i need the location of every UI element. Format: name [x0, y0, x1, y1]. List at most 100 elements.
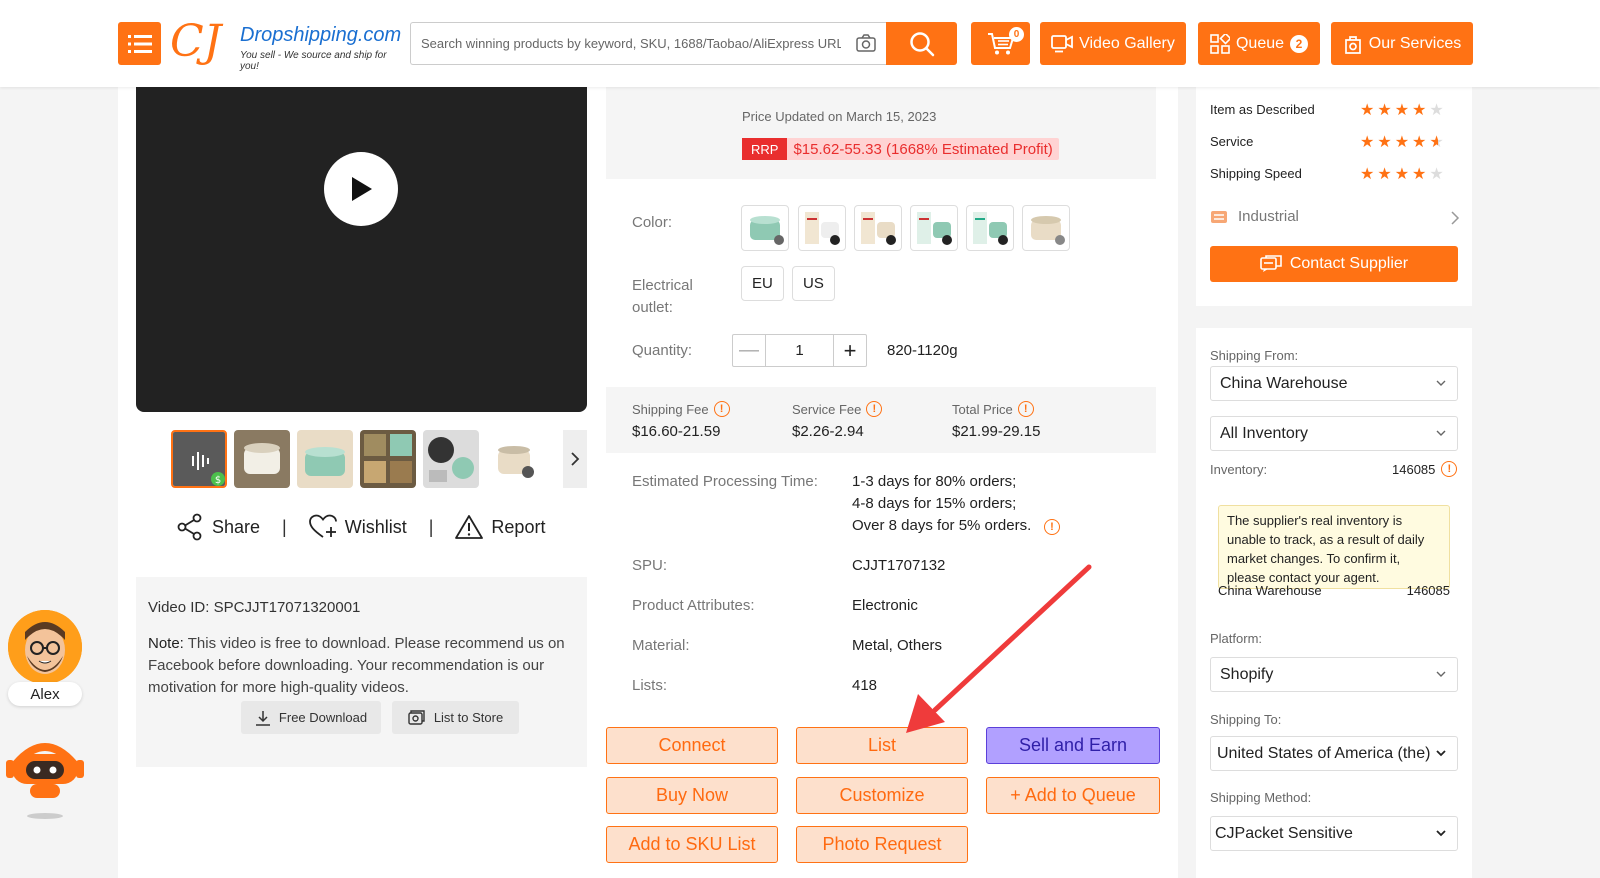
video-info-panel: Video ID: SPCJJT17071320001 Note: This v… [136, 577, 587, 767]
chevron-down-icon [1436, 671, 1446, 677]
free-download-button[interactable]: Free Download [241, 701, 381, 734]
info-icon[interactable]: ! [1441, 461, 1458, 477]
industrial-label: Industrial [1238, 208, 1299, 225]
info-icon[interactable]: ! [1044, 519, 1060, 535]
processing-time-label: Estimated Processing Time: [632, 473, 818, 490]
price-box: Price Updated on March 15, 2023 RRP $15.… [606, 87, 1156, 179]
inventory-value: 146085 [1392, 461, 1436, 477]
search-button[interactable] [886, 22, 957, 65]
product-details: Price Updated on March 15, 2023 RRP $15.… [596, 87, 1178, 878]
info-icon[interactable]: ! [713, 401, 730, 417]
color-swatch[interactable] [741, 205, 789, 251]
thumbnail-image[interactable] [360, 430, 416, 488]
video-icon [1051, 34, 1074, 52]
shipping-from-select[interactable]: China Warehouse [1210, 366, 1458, 401]
store-list-icon [408, 709, 425, 725]
logo-mark: CJ [170, 16, 222, 67]
shipping-method-value: CJPacket Sensitive [1215, 824, 1353, 842]
rating-label: Item as Described [1210, 102, 1315, 117]
platform-select[interactable]: Shopify [1210, 657, 1458, 692]
robot-icon [6, 743, 84, 819]
rating-label: Shipping Speed [1210, 166, 1302, 181]
thumbnail-image[interactable] [423, 430, 479, 488]
video-gallery-label: Video Gallery [1079, 34, 1175, 52]
play-button[interactable] [324, 152, 398, 226]
warehouse-name: China Warehouse [1218, 583, 1322, 598]
site-logo[interactable]: CJ Dropshipping.com You sell - We source… [170, 16, 401, 73]
queue-button[interactable]: Queue 2 [1198, 22, 1320, 65]
contact-supplier-button[interactable]: Contact Supplier [1210, 246, 1458, 282]
shipping-from-value: China Warehouse [1220, 374, 1348, 392]
list-button[interactable]: List [796, 727, 968, 764]
video-id-label: Video ID: [148, 599, 210, 616]
chatbot-widget[interactable] [6, 732, 84, 822]
search-box [410, 22, 886, 65]
color-swatch[interactable] [1022, 205, 1070, 251]
warehouse-row: China Warehouse 146085 [1218, 583, 1450, 598]
connect-button[interactable]: Connect [606, 727, 778, 764]
product-weight: 820-1120g [887, 342, 958, 359]
factory-icon [1211, 210, 1227, 223]
search-input[interactable] [421, 23, 841, 64]
thumbnail-image[interactable] [297, 430, 353, 488]
color-swatch[interactable] [910, 205, 958, 251]
cart-button[interactable]: 0 [971, 22, 1030, 65]
agent-widget[interactable]: Alex [8, 610, 82, 710]
fee-box: Shipping Fee! $16.60-21.59 Service Fee! … [606, 387, 1156, 453]
outlet-option-us[interactable]: US [792, 266, 835, 301]
total-price-value: $21.99-29.15 [952, 423, 1041, 440]
heart-plus-icon [308, 514, 337, 538]
add-to-sku-list-button[interactable]: Add to SKU List [606, 826, 778, 863]
agent-name: Alex [8, 682, 82, 706]
top-header: CJ Dropshipping.com You sell - We source… [0, 0, 1600, 87]
our-services-button[interactable]: Our Services [1331, 22, 1473, 65]
download-icon [255, 710, 270, 726]
list-to-store-button[interactable]: List to Store [392, 701, 519, 734]
video-gallery-button[interactable]: Video Gallery [1040, 22, 1186, 65]
quantity-decrease-button[interactable]: — [733, 335, 766, 366]
color-swatch[interactable] [854, 205, 902, 251]
attributes-value: Electronic [852, 597, 918, 614]
note-label: Note: [148, 635, 184, 652]
sell-and-earn-button[interactable]: Sell and Earn [986, 727, 1160, 764]
product-video[interactable] [136, 87, 587, 412]
report-button[interactable]: Report [455, 514, 545, 540]
star-rating-icon: ★★★★★ [1360, 166, 1447, 183]
thumbnail-video[interactable]: $ [171, 430, 227, 488]
thumbnail-image[interactable] [234, 430, 290, 488]
inventory-label: Inventory: [1210, 462, 1268, 477]
chevron-down-icon [1436, 830, 1446, 837]
shipping-to-select[interactable]: United States of America (the) [1210, 736, 1458, 771]
industrial-link[interactable]: Industrial [1210, 208, 1460, 225]
warehouse-count: 146085 [1406, 583, 1450, 598]
rrp-value: $15.62-55.33 (1668% Estimated Profit) [793, 140, 1053, 158]
inventory-filter-select[interactable]: All Inventory [1210, 416, 1458, 451]
info-icon[interactable]: ! [866, 401, 883, 417]
chevron-down-icon [1436, 750, 1446, 757]
photo-request-button[interactable]: Photo Request [796, 826, 968, 863]
add-to-queue-button[interactable]: + Add to Queue [986, 777, 1160, 814]
processing-line: Over 8 days for 5% orders. [852, 517, 1032, 534]
queue-label: Queue [1235, 34, 1285, 52]
queue-icon [1210, 33, 1230, 54]
menu-icon [127, 34, 152, 53]
wishlist-button[interactable]: Wishlist [308, 514, 407, 540]
customize-button[interactable]: Customize [796, 777, 968, 814]
thumbnail-next-button[interactable] [563, 430, 587, 488]
camera-icon[interactable] [856, 34, 876, 52]
service-fee-label: Service Fee [792, 401, 862, 417]
outlet-option-eu[interactable]: EU [741, 266, 784, 301]
color-swatch[interactable] [798, 205, 846, 251]
quantity-input[interactable]: 1 [766, 335, 833, 366]
info-icon[interactable]: ! [1017, 401, 1034, 417]
material-label: Material: [632, 637, 690, 654]
buy-now-button[interactable]: Buy Now [606, 777, 778, 814]
menu-button[interactable] [118, 22, 161, 65]
shipping-method-select[interactable]: CJPacket Sensitive [1210, 816, 1458, 851]
color-swatch[interactable] [966, 205, 1014, 251]
quantity-increase-button[interactable]: + [833, 335, 866, 366]
share-icon [177, 513, 202, 541]
thumbnail-image[interactable] [486, 430, 542, 488]
video-note: Note: This video is free to download. Pl… [148, 633, 576, 699]
share-button[interactable]: Share [176, 513, 260, 541]
